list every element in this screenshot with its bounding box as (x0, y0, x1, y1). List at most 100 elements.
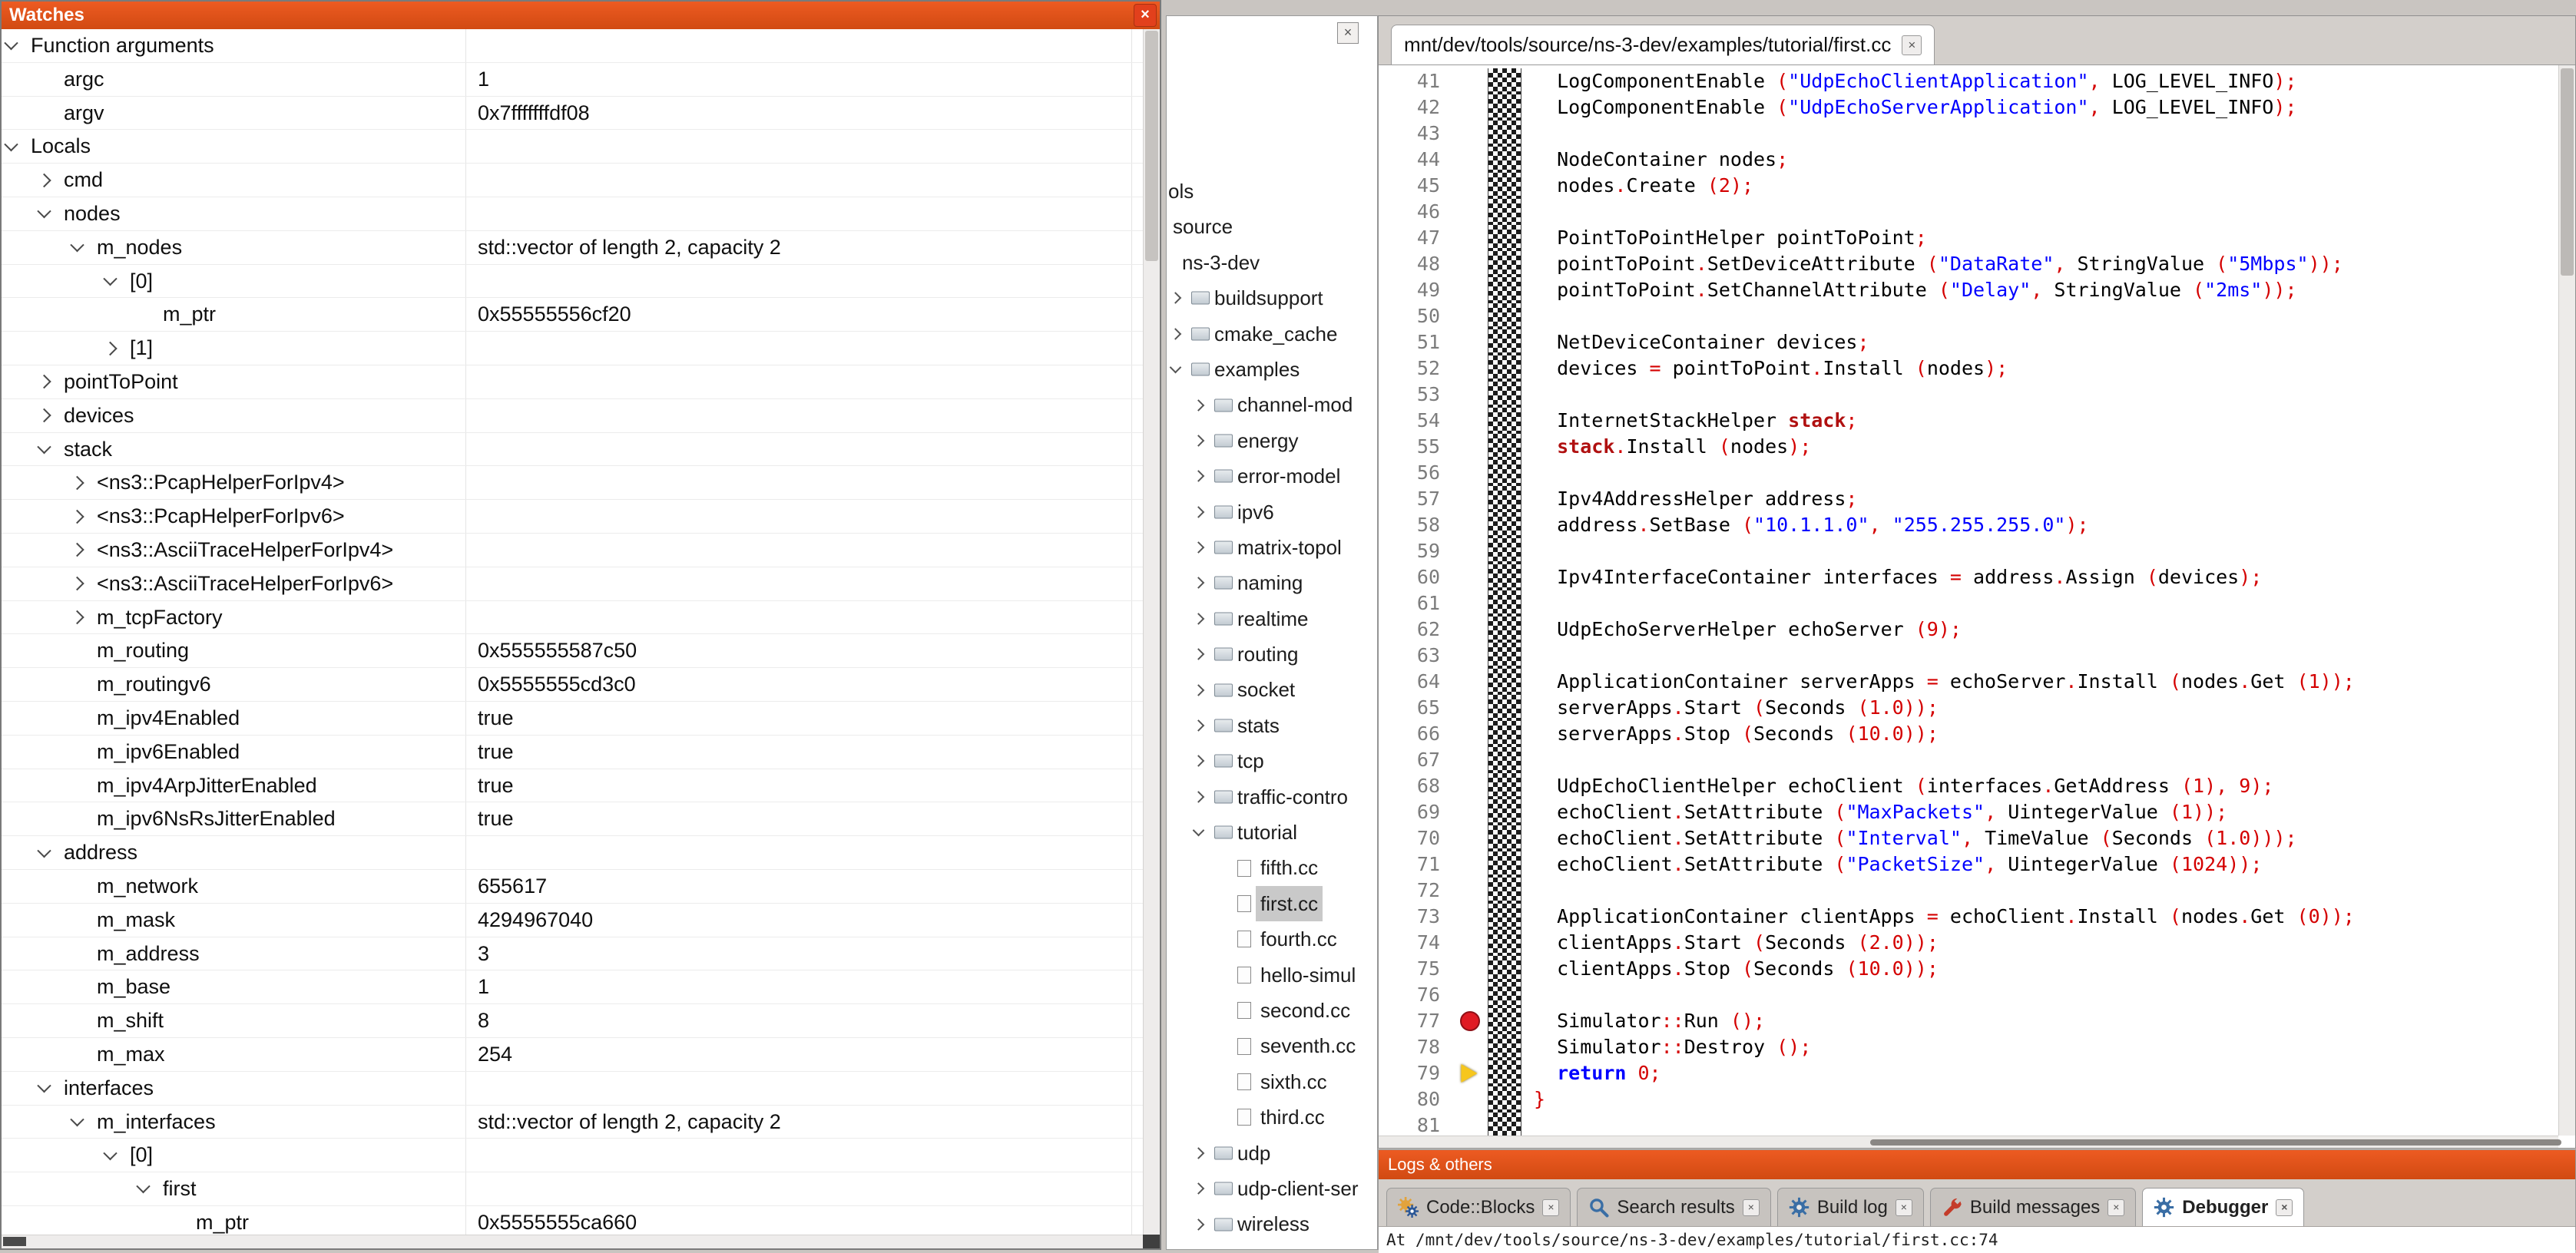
chevron-right-icon[interactable] (1193, 1182, 1205, 1195)
code-text[interactable] (1521, 878, 2558, 904)
tree-item-label[interactable]: routing (1233, 636, 1303, 672)
line-number[interactable]: 75 (1379, 956, 1452, 982)
tree-item-label[interactable]: realtime (1233, 601, 1313, 636)
watch-row[interactable]: devices (2, 399, 1143, 433)
chevron-right-icon[interactable] (1193, 399, 1205, 412)
code-line[interactable]: 61 (1379, 590, 2558, 617)
scrollbar-thumb[interactable] (1870, 1139, 2561, 1146)
close-icon[interactable]: × (1134, 4, 1157, 27)
code-text[interactable] (1521, 382, 2558, 408)
watch-variable-value[interactable] (467, 1172, 1132, 1205)
fold-margin[interactable] (1488, 382, 1521, 408)
watch-row[interactable]: m_mask4294967040 (2, 904, 1143, 937)
code-text[interactable]: Simulator::Destroy (); (1521, 1034, 2558, 1060)
marker-margin[interactable] (1452, 564, 1488, 590)
fold-margin[interactable] (1488, 512, 1521, 538)
line-number[interactable]: 58 (1379, 512, 1452, 538)
scrollbar-thumb[interactable] (3, 1237, 26, 1246)
tree-item[interactable]: second.cc (1167, 993, 1377, 1028)
chevron-right-icon[interactable] (1193, 791, 1205, 803)
watch-variable-value[interactable] (467, 130, 1132, 163)
line-number[interactable]: 52 (1379, 355, 1452, 382)
tree-item[interactable]: hello-simul (1167, 957, 1377, 993)
fold-margin[interactable] (1488, 94, 1521, 121)
watch-variable-value[interactable] (467, 265, 1132, 298)
code-text[interactable] (1521, 199, 2558, 225)
line-number[interactable]: 78 (1379, 1034, 1452, 1060)
code-line[interactable]: 66 serverApps.Stop (Seconds (10.0)); (1379, 721, 2558, 747)
tree-item[interactable]: seventh.cc (1167, 1028, 1377, 1063)
fold-margin[interactable] (1488, 434, 1521, 460)
fold-margin[interactable] (1488, 251, 1521, 277)
line-number[interactable]: 56 (1379, 460, 1452, 486)
tree-item[interactable]: stats (1167, 708, 1377, 743)
line-number[interactable]: 50 (1379, 303, 1452, 329)
line-number[interactable]: 62 (1379, 617, 1452, 643)
tree-item[interactable]: tcp (1167, 743, 1377, 779)
code-line[interactable]: 44 NodeContainer nodes; (1379, 147, 2558, 173)
marker-margin[interactable] (1452, 773, 1488, 799)
code-line[interactable]: 78 Simulator::Destroy (); (1379, 1034, 2558, 1060)
tree-item[interactable]: error-model (1167, 458, 1377, 494)
watch-variable-value[interactable] (467, 399, 1132, 432)
fold-margin[interactable] (1488, 147, 1521, 173)
line-number[interactable]: 59 (1379, 538, 1452, 564)
code-line[interactable]: 57 Ipv4AddressHelper address; (1379, 486, 2558, 512)
marker-margin[interactable] (1452, 408, 1488, 434)
watch-row[interactable]: cmd (2, 164, 1143, 197)
code-text[interactable]: devices = pointToPoint.Install (nodes); (1521, 355, 2558, 382)
code-line[interactable]: 81 (1379, 1112, 2558, 1136)
watch-variable-value[interactable]: 1 (467, 63, 1132, 96)
line-number[interactable]: 70 (1379, 825, 1452, 851)
fold-margin[interactable] (1488, 486, 1521, 512)
code-line[interactable]: 53 (1379, 382, 2558, 408)
code-text[interactable]: clientApps.Stop (Seconds (10.0)); (1521, 956, 2558, 982)
fold-margin[interactable] (1488, 277, 1521, 303)
code-text[interactable]: clientApps.Start (Seconds (2.0)); (1521, 930, 2558, 956)
marker-margin[interactable] (1452, 382, 1488, 408)
code-text[interactable] (1521, 121, 2558, 147)
breakpoint-icon[interactable] (1460, 1011, 1480, 1031)
line-number[interactable]: 77 (1379, 1008, 1452, 1034)
tree-item[interactable]: routing (1167, 636, 1377, 672)
watch-variable-value[interactable]: 4294967040 (467, 904, 1132, 937)
tree-item[interactable]: matrix-topol (1167, 530, 1377, 565)
marker-margin[interactable] (1452, 617, 1488, 643)
tree-item-label[interactable]: ols (1167, 174, 1198, 209)
tree-item-label[interactable]: stats (1233, 708, 1284, 743)
line-number[interactable]: 65 (1379, 695, 1452, 721)
watch-row[interactable]: first (2, 1172, 1143, 1206)
code-line[interactable]: 68 UdpEchoClientHelper echoClient (inter… (1379, 773, 2558, 799)
watches-vertical-scrollbar[interactable] (1143, 29, 1160, 1235)
tab-close-icon[interactable]: × (1902, 35, 1922, 55)
marker-margin[interactable] (1452, 329, 1488, 355)
line-number[interactable]: 57 (1379, 486, 1452, 512)
code-text[interactable]: ApplicationContainer clientApps = echoCl… (1521, 904, 2558, 930)
line-number[interactable]: 60 (1379, 564, 1452, 590)
fold-margin[interactable] (1488, 355, 1521, 382)
code-line[interactable]: 54 InternetStackHelper stack; (1379, 408, 2558, 434)
code-line[interactable]: 46 (1379, 199, 2558, 225)
marker-margin[interactable] (1452, 225, 1488, 251)
line-number[interactable]: 46 (1379, 199, 1452, 225)
code-line[interactable]: 77 Simulator::Run (); (1379, 1008, 2558, 1034)
editor-horizontal-scrollbar[interactable] (1379, 1136, 2558, 1148)
code-line[interactable]: 60 Ipv4InterfaceContainer interfaces = a… (1379, 564, 2558, 590)
fold-margin[interactable] (1488, 538, 1521, 564)
tree-item-label[interactable]: ns-3-dev (1177, 245, 1264, 280)
code-line[interactable]: 74 clientApps.Start (Seconds (2.0)); (1379, 930, 2558, 956)
watch-variable-value[interactable] (467, 197, 1132, 230)
marker-margin[interactable] (1452, 303, 1488, 329)
code-text[interactable]: Simulator::Run (); (1521, 1008, 2558, 1034)
logs-header[interactable]: Logs & others (1379, 1150, 2575, 1179)
tree-item-label[interactable]: ipv6 (1233, 494, 1279, 530)
tab-close-icon[interactable]: × (2107, 1199, 2124, 1216)
marker-margin[interactable] (1452, 1112, 1488, 1136)
scrollbar-thumb[interactable] (1145, 31, 1158, 261)
watch-row[interactable]: m_ipv4ArpJitterEnabledtrue (2, 769, 1143, 803)
line-number[interactable]: 71 (1379, 851, 1452, 878)
fold-margin[interactable] (1488, 173, 1521, 199)
tree-item-label[interactable]: energy (1233, 423, 1303, 458)
watch-variable-value[interactable]: 254 (467, 1038, 1132, 1071)
code-line[interactable]: 63 (1379, 643, 2558, 669)
